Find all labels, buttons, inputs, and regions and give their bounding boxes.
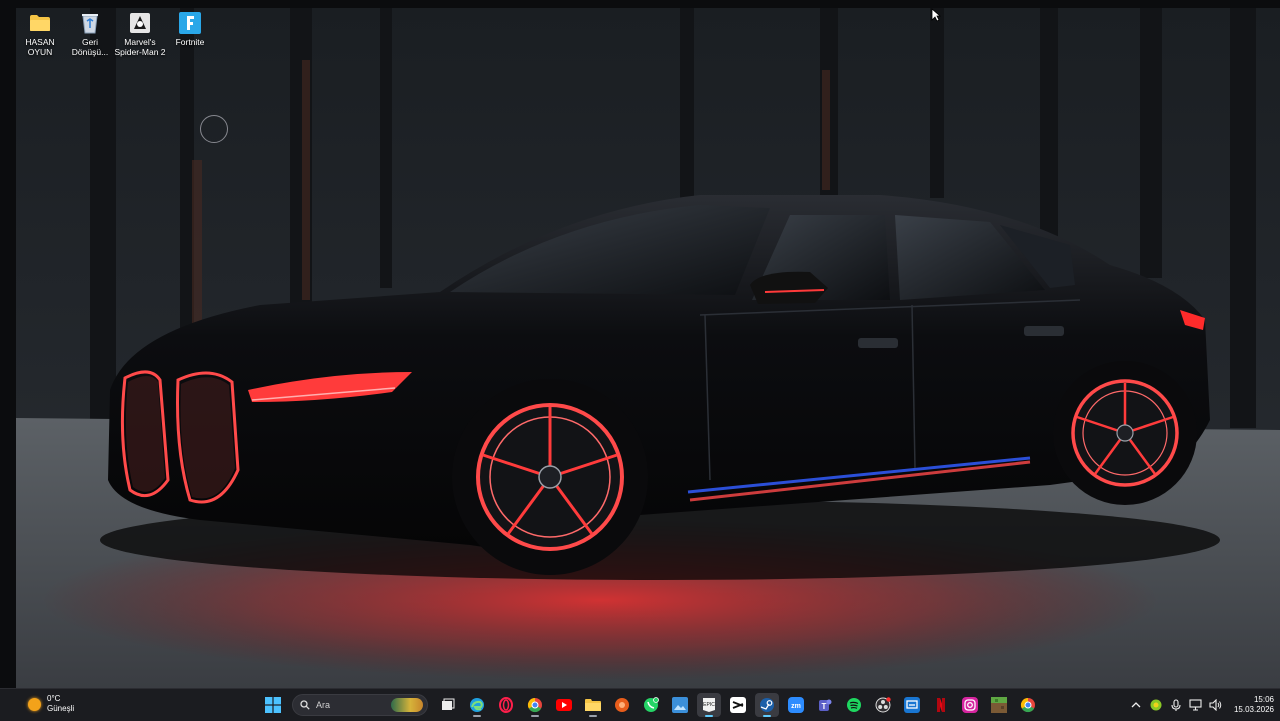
taskbar-app-chrome[interactable]: [523, 693, 547, 717]
svg-text:zm: zm: [791, 703, 801, 710]
file-explorer-icon: [584, 699, 601, 711]
search-highlight-art: [391, 698, 423, 712]
tray-nvidia[interactable]: [1147, 696, 1165, 714]
clock-time: 15:06: [1253, 695, 1274, 704]
svg-text:T: T: [821, 702, 826, 711]
desktop-icon-fortnite[interactable]: Fortnite: [163, 12, 217, 47]
photos-icon: [671, 697, 688, 713]
taskbar-app-whatsapp[interactable]: [639, 693, 663, 717]
taskbar-app-edge[interactable]: [465, 693, 489, 717]
taskbar-app-minecraft[interactable]: [987, 693, 1011, 717]
desktop-wallpaper: [0, 0, 1280, 688]
taskbar-app-game-launcher[interactable]: [610, 693, 634, 717]
weather-widget[interactable]: 0°C Güneşli: [28, 694, 74, 714]
task-view-button[interactable]: [436, 693, 460, 717]
recycle-bin-icon: [79, 12, 101, 34]
taskbar-app-teams[interactable]: T: [813, 693, 837, 717]
desktop[interactable]: HASAN OYUN Geri Dönüşü... Marvel's Spide…: [0, 0, 1280, 688]
capcut-icon: [729, 697, 746, 713]
microphone-icon: [1171, 698, 1181, 711]
svg-text:EPIC: EPIC: [703, 702, 715, 708]
show-hidden-icons-button[interactable]: [1127, 696, 1145, 714]
opera-gx-icon: [498, 697, 513, 713]
taskbar-app-capcut[interactable]: [726, 693, 750, 717]
epic-games-icon: EPIC: [702, 698, 715, 712]
youtube-icon: [555, 699, 572, 711]
taskbar-app-chrome-canary[interactable]: [1016, 693, 1040, 717]
taskbar-app-file-explorer[interactable]: [581, 693, 605, 717]
teams-icon: T: [818, 699, 831, 711]
tray-network[interactable]: [1187, 696, 1205, 714]
system-tray: 15:06 15.03.2026: [1126, 689, 1274, 721]
desktop-icon-label: Marvel's Spider-Man 2: [114, 37, 166, 57]
taskbar-app-epic-games[interactable]: EPIC: [696, 693, 721, 717]
steam-icon: [759, 698, 774, 712]
taskbar-app-obs[interactable]: [871, 693, 895, 717]
sun-icon: [28, 697, 41, 711]
obs-icon: [875, 697, 891, 713]
whatsapp-icon: [643, 697, 659, 712]
desktop-icon-label: Geri Dönüşü...: [71, 37, 109, 57]
chrome-canary-icon: [1020, 697, 1035, 713]
remote-desktop-icon: [903, 697, 920, 713]
taskbar-app-opera-gx[interactable]: [494, 693, 518, 717]
network-icon: [1189, 699, 1203, 711]
desktop-icon-recycle-bin[interactable]: Geri Dönüşü...: [63, 12, 117, 57]
taskbar-app-zoom[interactable]: zm: [784, 693, 808, 717]
weather-condition: Güneşli: [47, 704, 75, 713]
netflix-icon: [936, 698, 945, 712]
desktop-icon-spiderman-2[interactable]: Marvel's Spider-Man 2: [113, 12, 167, 57]
taskbar-app-netflix[interactable]: [929, 693, 953, 717]
desktop-icon-label: HASAN OYUN: [25, 37, 55, 57]
chevron-up-icon: [1131, 702, 1141, 708]
taskbar-app-instagram[interactable]: [958, 693, 982, 717]
taskbar[interactable]: 0°C Güneşli Ara EPIC zm T 15:06 15.03.20…: [0, 688, 1280, 721]
fortnite-icon: [179, 12, 201, 34]
mouse-cursor-icon: [931, 8, 941, 22]
taskbar-app-remote-desktop[interactable]: [900, 693, 924, 717]
spiderman-game-icon: [129, 12, 151, 34]
minecraft-icon: [990, 697, 1007, 713]
taskbar-app-spotify[interactable]: [842, 693, 866, 717]
nvidia-icon: [1150, 699, 1162, 711]
taskbar-app-steam[interactable]: [754, 693, 779, 717]
start-icon: [264, 697, 281, 713]
edge-icon: [469, 698, 484, 712]
chrome-icon: [527, 697, 542, 713]
spotify-icon: [846, 698, 861, 712]
taskbar-search-box[interactable]: Ara: [292, 694, 428, 716]
tray-volume[interactable]: [1207, 696, 1225, 714]
taskbar-pinned-apps: Ara EPIC zm T: [258, 693, 1042, 717]
taskbar-app-youtube[interactable]: [552, 693, 576, 717]
busy-ring-indicator: [200, 115, 228, 143]
task-view-icon: [441, 698, 454, 710]
folder-icon: [29, 12, 51, 34]
taskbar-clock[interactable]: 15:06 15.03.2026: [1234, 695, 1274, 715]
instagram-icon: [961, 697, 978, 713]
start-button[interactable]: [261, 693, 285, 717]
taskbar-app-photos[interactable]: [668, 693, 692, 717]
desktop-icon-label: Fortnite: [175, 37, 205, 47]
volume-icon: [1209, 699, 1222, 711]
weather-temperature: 0°C: [47, 694, 61, 703]
search-placeholder: Ara: [316, 700, 331, 710]
game-launcher-icon: [614, 698, 629, 712]
zoom-icon: zm: [787, 697, 804, 713]
desktop-icon-hasan-oyun[interactable]: HASAN OYUN: [13, 12, 67, 57]
clock-date: 15.03.2026: [1233, 705, 1274, 714]
tray-microphone[interactable]: [1167, 696, 1185, 714]
search-icon: [300, 700, 310, 710]
